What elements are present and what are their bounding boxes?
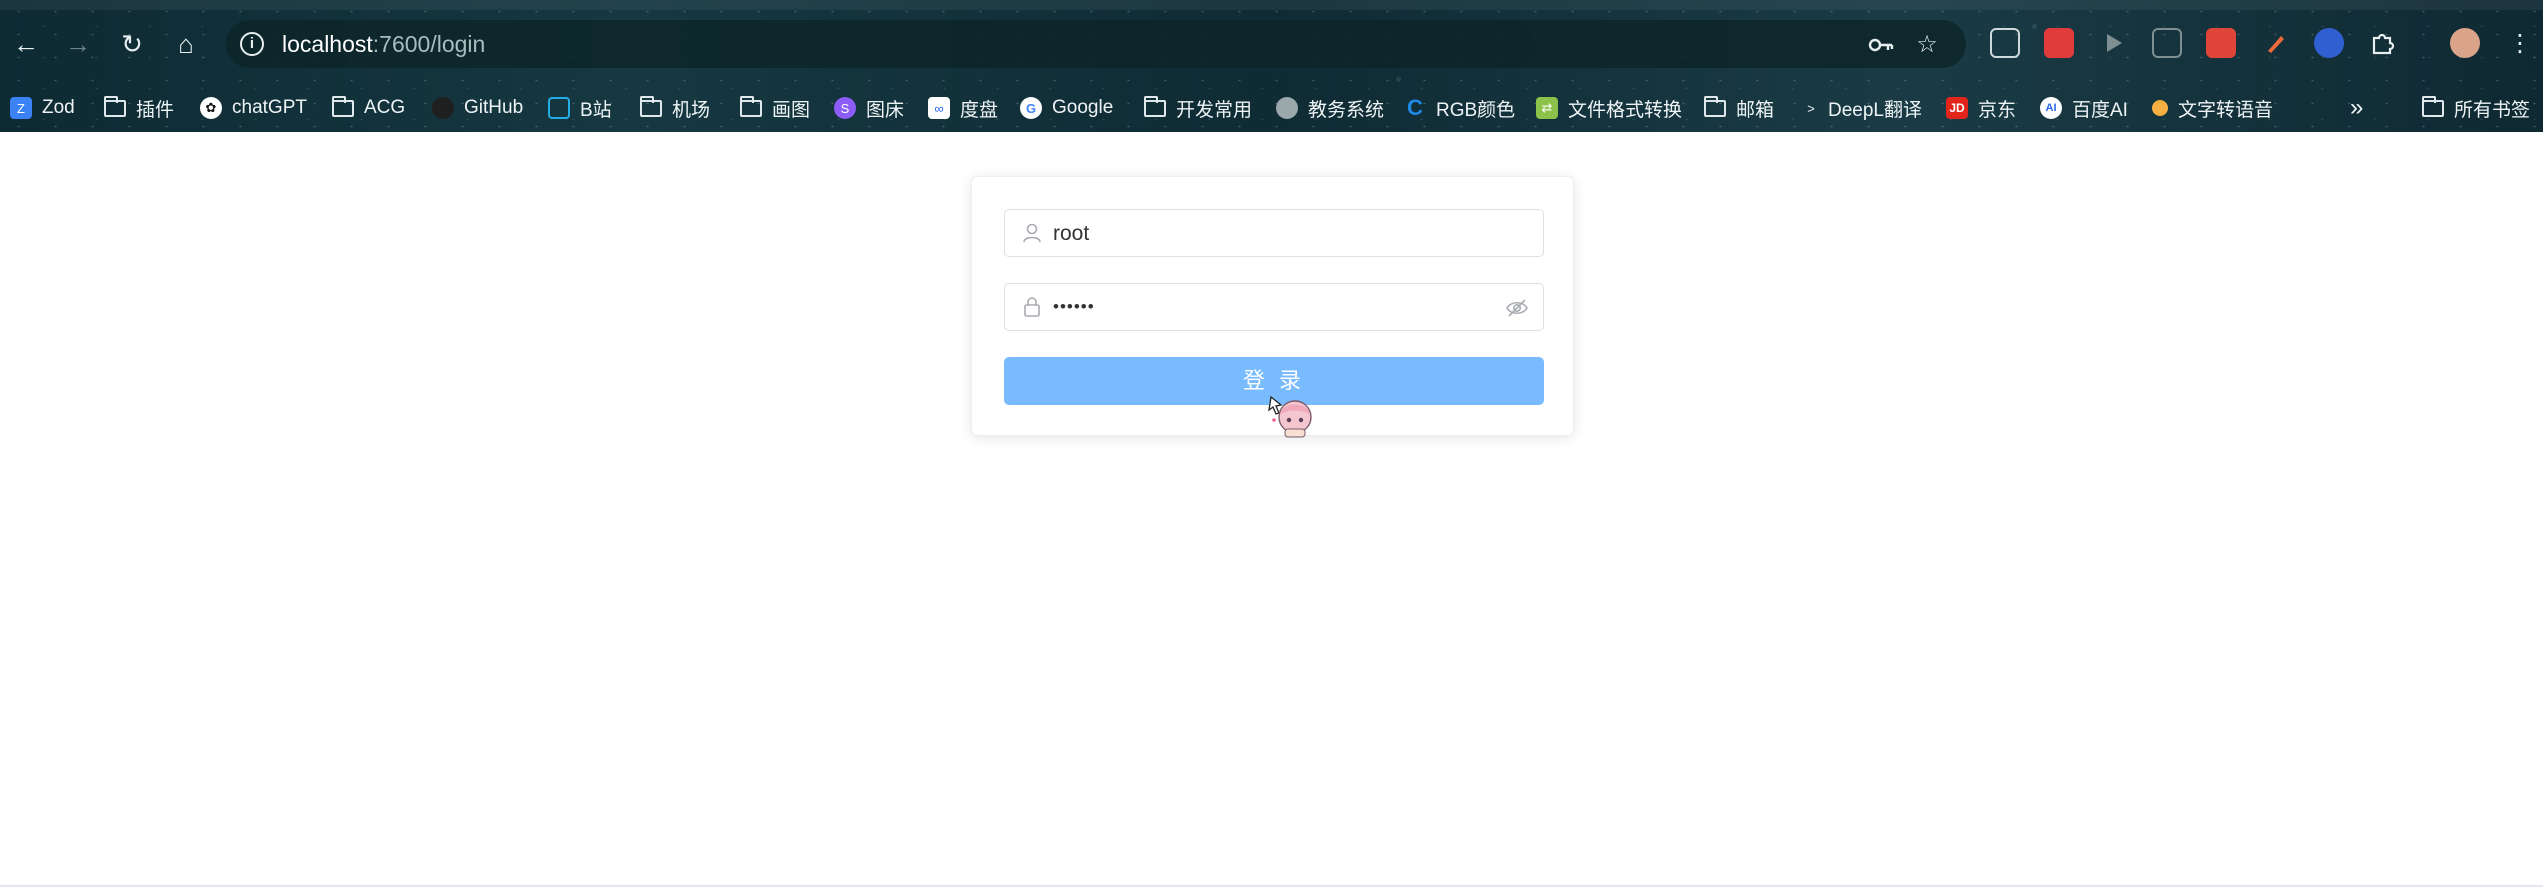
baidu-pan-icon: ∞ — [928, 97, 950, 119]
username-field[interactable]: root — [1004, 209, 1544, 257]
bookmark-chatgpt[interactable]: ✿ chatGPT — [200, 84, 307, 132]
bookmark-plugins[interactable]: 插件 — [104, 84, 174, 132]
file-convert-icon: ⇄ — [1536, 97, 1558, 119]
bookmarks-overflow-chevron-icon[interactable]: » — [2350, 84, 2363, 132]
folder-icon — [740, 95, 762, 117]
password-key-icon[interactable] — [1866, 30, 1896, 60]
mascot-cursor-icon — [1267, 389, 1315, 439]
bookmark-label: 度盘 — [960, 99, 999, 121]
bookmark-label: 文件格式转换 — [1568, 99, 1683, 121]
bookmark-label: 画图 — [772, 99, 811, 121]
bookmark-zod[interactable]: Z Zod — [10, 84, 75, 132]
bookmark-dev-common[interactable]: 开发常用 — [1144, 84, 1252, 132]
menu-kebab-icon[interactable]: ⋮ — [2502, 26, 2538, 62]
rgb-color-icon: C — [1407, 95, 1423, 120]
bookmark-label: Google — [1052, 97, 1114, 118]
google-icon: G — [1020, 97, 1042, 119]
url-path: :7600/login — [372, 31, 486, 57]
url-host: localhost — [282, 31, 373, 57]
zod-icon: Z — [10, 97, 32, 119]
username-value: root — [1053, 222, 1090, 245]
browser-chrome: ← → ↻ ⌂ i localhost:7600/login ☆ ⋮ Z Zod — [0, 0, 2543, 132]
bookmark-academic-system[interactable]: 教务系统 — [1276, 84, 1384, 132]
bookmark-label: 教务系统 — [1308, 99, 1385, 121]
bookmark-label: 所有书签 — [2454, 99, 2531, 121]
bookmark-deepl[interactable]: > DeepL翻译 — [1804, 84, 1922, 132]
url-text[interactable]: localhost:7600/login — [282, 31, 485, 58]
bookmark-label: 邮箱 — [1736, 99, 1775, 121]
password-value: •••••• — [1053, 297, 1095, 316]
bookmark-image-host[interactable]: S 图床 — [834, 84, 904, 132]
bookmark-label: chatGPT — [232, 97, 307, 118]
image-host-icon: S — [834, 97, 856, 119]
bookmark-acg[interactable]: ACG — [332, 84, 405, 132]
bookmark-label: 京东 — [1978, 99, 2017, 121]
chatgpt-icon: ✿ — [200, 97, 222, 119]
reload-icon[interactable]: ↻ — [114, 26, 150, 62]
extension-image-icon[interactable] — [2206, 28, 2236, 58]
home-icon[interactable]: ⌂ — [168, 26, 204, 62]
bookmark-mailbox[interactable]: 邮箱 — [1704, 84, 1774, 132]
deepl-icon: > — [1807, 100, 1815, 116]
bookmark-rgb-color[interactable]: C RGB颜色 — [1404, 84, 1515, 132]
tab-strip — [0, 0, 2543, 10]
folder-icon — [1144, 95, 1166, 117]
bookmark-star-icon[interactable]: ☆ — [1912, 30, 1942, 60]
bookmark-label: ACG — [364, 97, 406, 118]
bookmark-jd[interactable]: JD 京东 — [1946, 84, 2016, 132]
site-info-icon[interactable]: i — [240, 32, 264, 56]
bookmark-label: 文字转语音 — [2178, 99, 2274, 121]
extension-copy-icon[interactable] — [2152, 28, 2182, 58]
bookmark-bilibili[interactable]: B站 — [548, 84, 612, 132]
password-field[interactable]: •••••• — [1004, 283, 1544, 331]
folder-icon — [332, 95, 354, 117]
bookmark-label: Zod — [42, 97, 75, 118]
bookmark-label: 图床 — [866, 99, 905, 121]
hide-password-eye-icon[interactable] — [1505, 296, 1529, 320]
folder-icon — [104, 95, 126, 117]
bookmark-baidu-ai[interactable]: AI 百度AI — [2040, 84, 2128, 132]
lock-icon — [1021, 296, 1043, 318]
bookmark-label: 百度AI — [2072, 99, 2128, 121]
jd-icon: JD — [1946, 97, 1968, 119]
profile-avatar[interactable] — [2450, 28, 2480, 58]
bookmark-tts[interactable]: 文字转语音 — [2152, 84, 2273, 132]
globe-icon — [1276, 97, 1298, 119]
navigation-bar: ← → ↻ ⌂ i localhost:7600/login ☆ ⋮ — [0, 14, 2543, 74]
extension-blue-icon[interactable] — [2314, 28, 2344, 58]
bookmark-label: RGB颜色 — [1436, 99, 1516, 121]
tts-icon — [2152, 100, 2168, 116]
bookmark-github[interactable]: GitHub — [432, 84, 523, 132]
address-bar[interactable]: i localhost:7600/login ☆ — [226, 20, 1966, 68]
bookmark-baidu-pan[interactable]: ∞ 度盘 — [928, 84, 998, 132]
folder-icon — [1704, 95, 1726, 117]
extension-play-icon[interactable] — [2098, 28, 2128, 58]
extension-pen-icon[interactable] — [2260, 28, 2290, 58]
bookmarks-bar: Z Zod 插件 ✿ chatGPT ACG GitHub B站 机场 画图 S 图床… — [0, 84, 2543, 132]
bookmark-all-bookmarks[interactable]: 所有书签 — [2422, 84, 2530, 132]
folder-icon — [2422, 95, 2444, 117]
bookmark-label: 插件 — [136, 99, 175, 121]
baidu-ai-icon: AI — [2040, 97, 2062, 119]
bookmark-drawing[interactable]: 画图 — [740, 84, 810, 132]
bilibili-icon — [548, 97, 570, 119]
back-icon[interactable]: ← — [8, 26, 44, 62]
extensions-puzzle-icon[interactable] — [2368, 28, 2398, 58]
bookmark-label: 开发常用 — [1176, 99, 1253, 121]
bookmark-airport[interactable]: 机场 — [640, 84, 710, 132]
bookmark-label: B站 — [580, 99, 612, 121]
forward-icon[interactable]: → — [60, 26, 96, 62]
extension-red-icon[interactable] — [2044, 28, 2074, 58]
github-icon — [432, 97, 454, 119]
bookmark-file-convert[interactable]: ⇄ 文件格式转换 — [1536, 84, 1682, 132]
bookmark-label: GitHub — [464, 97, 524, 118]
user-icon — [1021, 222, 1043, 244]
extension-glasses-icon[interactable] — [1990, 28, 2020, 58]
bookmark-label: 机场 — [672, 99, 711, 121]
bookmark-google[interactable]: G Google — [1020, 84, 1113, 132]
bookmark-label: DeepL翻译 — [1828, 99, 1922, 121]
folder-icon — [640, 95, 662, 117]
